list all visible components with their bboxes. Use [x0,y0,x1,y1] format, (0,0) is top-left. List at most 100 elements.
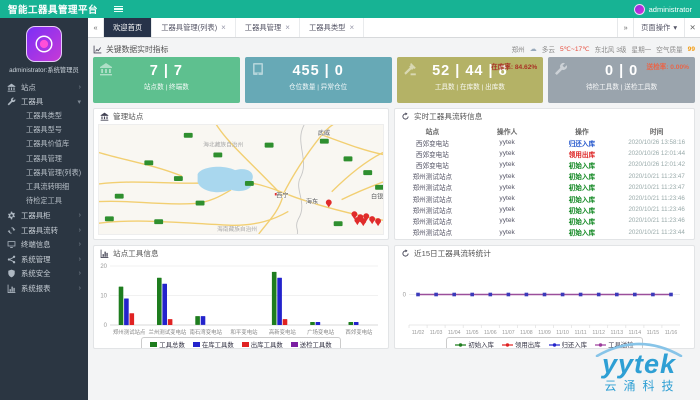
chevron-right-icon: › [79,256,81,263]
vendor-logo: yytek 云涌科技 [592,341,686,392]
sidebar-subitem[interactable]: 工器具价值库 [0,137,88,151]
close-icon[interactable]: × [349,23,354,32]
logo-subtext: 云涌科技 [592,380,686,392]
sidebar-item[interactable]: 系统安全› [0,266,88,281]
sidebar-item-label: 工器具柜 [21,210,74,221]
flow-operator: yytek [470,159,545,170]
cycle-icon [7,226,16,235]
chevron-down-icon: ▾ [673,23,677,32]
kpi-card: 在库率: 84.62%52 | 44 | 8工具数 | 在库数 | 出库数 [397,57,544,103]
svg-text:11/11: 11/11 [574,330,586,336]
svg-text:郑州测试站点: 郑州测试站点 [113,328,146,336]
tabs-expand-button[interactable]: » [617,18,633,37]
legend-item[interactable]: 工具总数 [150,340,185,349]
tab-bar: « 欢迎首页工器具管理(列表)×工器具管理× 工器具类型 × » 页面操作 ▾ ✕ [88,18,700,38]
top-header: 智能工器具管理平台 administrator [0,0,700,18]
menu-toggle-icon[interactable] [114,6,123,13]
legend-item[interactable]: 送检工具数 [291,340,332,349]
sidebar-subitem[interactable]: 待检定工具 [0,194,88,208]
avatar [634,4,645,15]
bar-chart-legend: 工具总数在库工具数出库工具数送检工具数 [94,337,388,349]
flow-station: 郑州测试站点 [395,182,470,193]
sidebar-item-label: 工器具流转 [21,225,74,236]
bank-icon [100,112,109,121]
map-panel-title: 管理站点 [113,111,143,122]
refresh-icon[interactable] [401,112,410,121]
sidebar-item[interactable]: 工器具流转› [0,223,88,238]
svg-text:11/12: 11/12 [592,330,605,336]
bank-icon [99,62,113,76]
username: administrator [649,5,692,14]
main-area: « 欢迎首页工器具管理(列表)×工器具管理×工器具类型× » 页面操作 ▾ ✕ … [88,18,700,400]
kpi-card-rate: 送检率: 0.00% [646,61,689,71]
refresh-icon[interactable] [401,249,410,258]
road-badge [245,181,254,186]
map-panel-header: 管理站点 [94,109,388,124]
flow-time: 2020/10/21 11:23:44 [619,227,694,238]
legend-item[interactable]: 出库工具数 [242,340,283,349]
sidebar-subitem[interactable]: 工器具类型 [0,109,88,123]
kpi-card-value: 455 | 0 [245,63,392,79]
tab[interactable]: 工器具类型 × [300,18,364,37]
flow-time: 2020/10/21 11:23:47 [619,171,694,182]
flow-table-head-row: 站点操作人操作时间 [395,124,694,137]
svg-text:海南藏族自治州: 海南藏族自治州 [217,225,257,233]
close-tabs-button[interactable]: ✕ [684,18,700,37]
flow-time: 2020/10/21 11:23:47 [619,182,694,193]
sidebar-item[interactable]: 系统报表› [0,281,88,296]
chevron-right-icon: › [79,212,81,219]
flow-action: 归还入库 [545,137,620,148]
sidebar-item[interactable]: 工器具▾ [0,95,88,110]
sidebar-subitem[interactable]: 工器具管理 [0,152,88,166]
flow-table: 站点操作人操作时间 西郊变电站yytek归还入库2020/10/26 13:58… [395,124,694,238]
weather-temp: 5℃~17℃ [560,45,590,53]
svg-text:海北藏族自治州: 海北藏族自治州 [203,141,243,149]
flow-operator: yytek [470,148,545,159]
map-canvas[interactable]: 海北藏族自治州海南藏族自治州西宁海东武威白银 [98,124,384,235]
tab[interactable]: 工器具管理× [236,18,300,37]
report-icon [7,284,16,293]
legend-item[interactable]: 在库工具数 [193,340,234,349]
sidebar-item-label: 终端信息 [21,239,74,250]
close-icon[interactable]: × [285,23,290,32]
line-chart-header: 近15日工器具流转统计 [395,246,694,261]
flow-action: 领用出库 [545,148,620,159]
sidebar-subitem[interactable]: 工具流转明细 [0,180,88,194]
tabs-collapse-button[interactable]: « [88,18,104,37]
road-badge [375,185,383,190]
flow-table-column: 时间 [619,124,694,137]
svg-text:海东: 海东 [306,198,318,206]
legend-item[interactable]: 归还入库 [549,340,588,349]
page-operations-dropdown[interactable]: 页面操作 ▾ [633,18,684,37]
sidebar-menu: 站点›工器具▾工器具类型工器具型号工器具价值库工器具管理工器具管理(列表)工具流… [0,80,88,400]
sidebar-item[interactable]: 系统管理› [0,252,88,267]
sidebar-item[interactable]: 站点› [0,80,88,95]
tab[interactable]: 工器具管理(列表)× [152,18,236,37]
sidebar-subitem[interactable]: 工器具型号 [0,123,88,137]
dashboard-content: 关键数据实时指标 郑州 ☁ 多云 5℃~17℃ 东北风 3级 星期一 空气质量 … [88,38,700,400]
svg-text:武威: 武威 [318,129,330,137]
sidebar-subitem[interactable]: 工器具管理(列表) [0,166,88,180]
close-icon[interactable]: × [221,23,226,32]
line-chart-canvas: 011/0211/0311/0411/0511/0611/0711/0811/0… [395,261,694,337]
user-chip[interactable]: administrator [634,4,692,15]
wrench-icon [554,62,568,76]
weather-condition: 多云 [542,44,555,54]
gear-icon [7,211,16,220]
flow-panel: 实时工器具流转信息 站点操作人操作时间 西郊变电站yytek归还入库2020/1… [394,108,695,240]
tab-label: 工器具类型 [309,23,345,33]
chevron-down-icon: ▾ [77,98,81,106]
kpi-section-header: 关键数据实时指标 郑州 ☁ 多云 5℃~17℃ 东北风 3级 星期一 空气质量 … [93,42,695,56]
flow-operator: yytek [470,227,545,238]
legend-item[interactable]: 领用出库 [502,340,541,349]
app-title: 智能工器具管理平台 [8,2,98,16]
svg-text:11/04: 11/04 [448,330,461,336]
tab[interactable]: 欢迎首页 [104,18,152,37]
sidebar-item[interactable]: 终端信息› [0,237,88,252]
sidebar-item[interactable]: 工器具柜 › [0,208,88,223]
cloud-icon: ☁ [530,45,537,53]
legend-item[interactable]: 初始入库 [455,340,494,349]
flow-station: 西郊变电站 [395,148,470,159]
flow-time: 2020/10/26 13:58:16 [619,137,694,148]
bar-chart-panel: 站点工具信息 01020郑州测试站点兰州测试变电站南石湾变电站和平变电站高新变电… [93,245,389,349]
